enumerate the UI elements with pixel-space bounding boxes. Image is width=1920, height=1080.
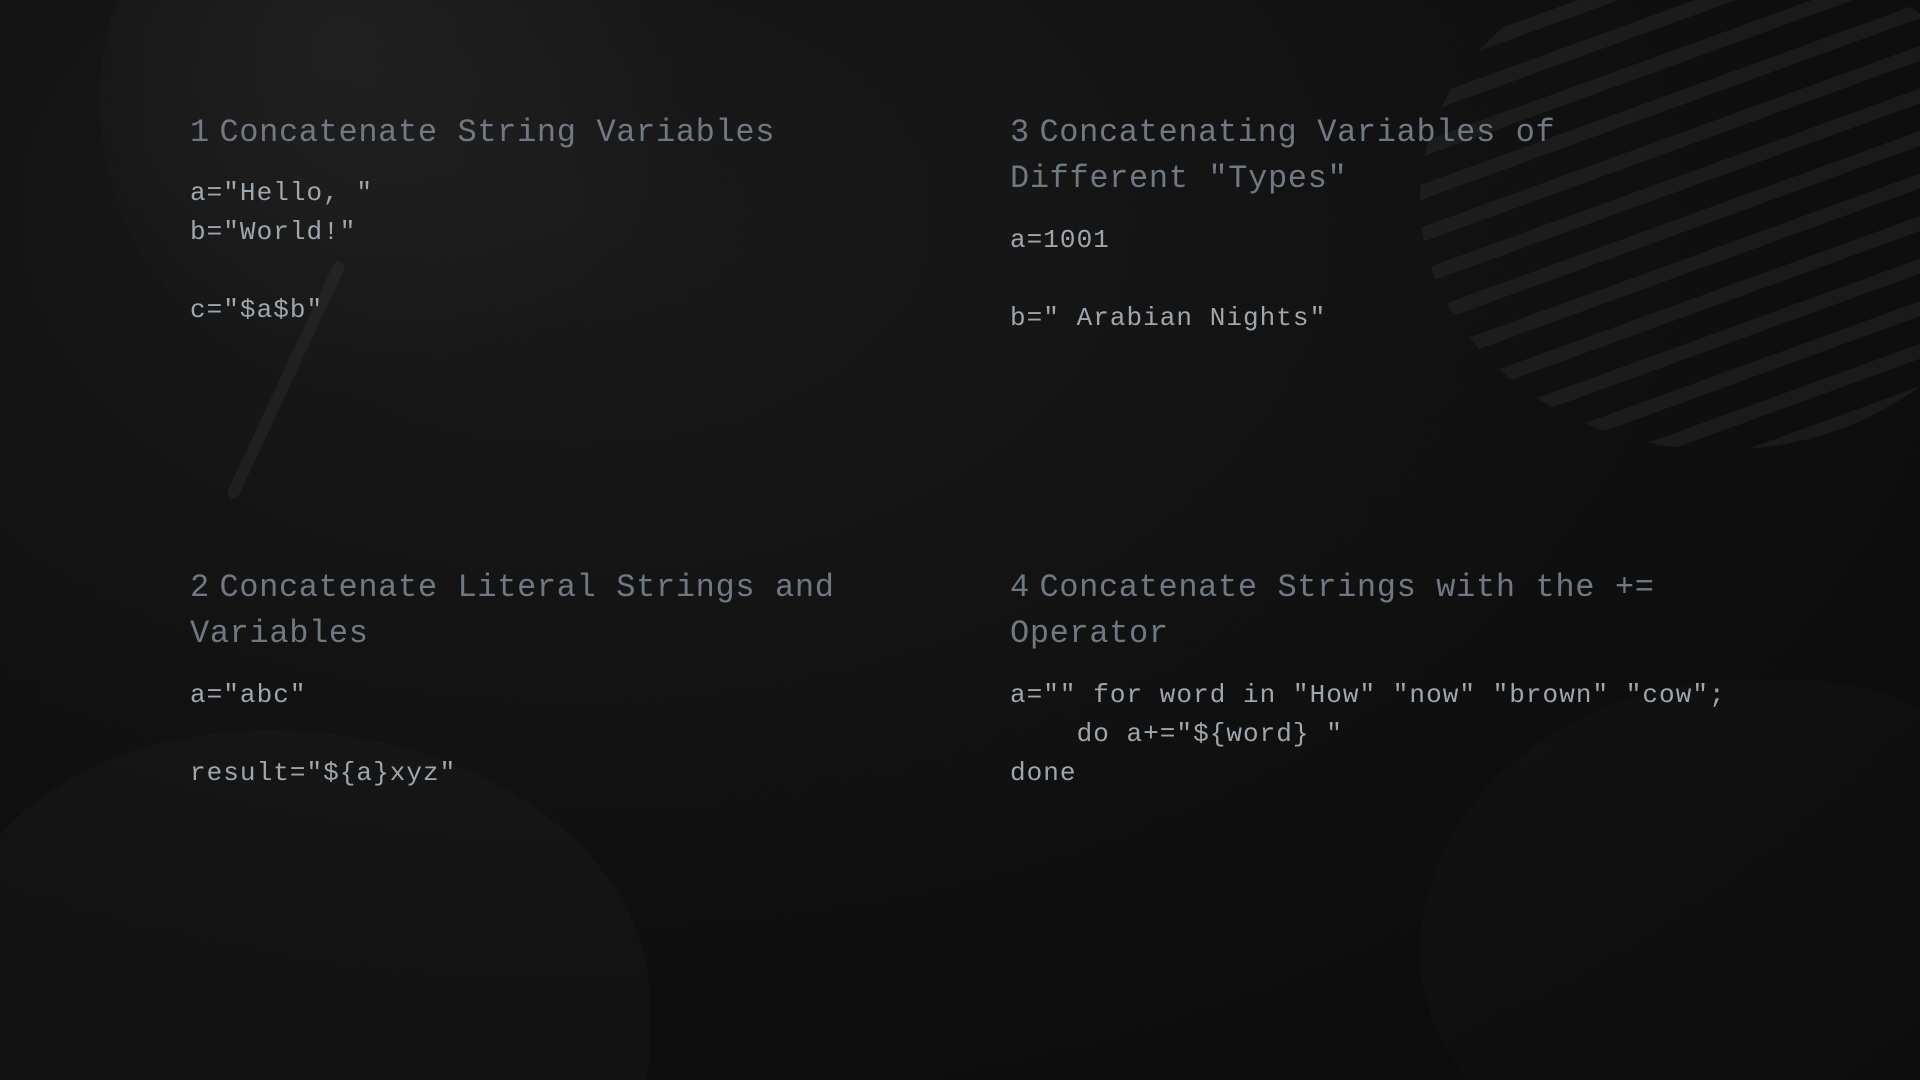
section-4-number: 4 (1010, 569, 1030, 606)
section-1-title: Concatenate String Variables (219, 114, 775, 151)
section-4-heading: 4Concatenate Strings with the += Operato… (1010, 565, 1740, 658)
section-4-code: a="" for word in "How" "now" "brown" "co… (1010, 676, 1740, 793)
section-4-title: Concatenate Strings with the += Operator (1010, 569, 1655, 652)
section-3-title: Concatenating Variables of Different "Ty… (1010, 114, 1555, 197)
section-1: 1Concatenate String Variables a="Hello, … (190, 110, 920, 505)
section-3-heading: 3Concatenating Variables of Different "T… (1010, 110, 1740, 203)
section-2-title: Concatenate Literal Strings and Variable… (190, 569, 835, 652)
section-3-code: a=1001 b=" Arabian Nights" (1010, 221, 1740, 338)
section-1-heading: 1Concatenate String Variables (190, 110, 920, 156)
section-2-heading: 2Concatenate Literal Strings and Variabl… (190, 565, 920, 658)
section-2-number: 2 (190, 569, 210, 606)
section-3-number: 3 (1010, 114, 1030, 151)
section-2: 2Concatenate Literal Strings and Variabl… (190, 565, 920, 960)
section-1-code: a="Hello, " b="World!" c="$a$b" (190, 174, 920, 330)
section-2-code: a="abc" result="${a}xyz" (190, 676, 920, 793)
section-4: 4Concatenate Strings with the += Operato… (1010, 565, 1740, 960)
content-grid: 1Concatenate String Variables a="Hello, … (0, 0, 1920, 1080)
section-1-number: 1 (190, 114, 210, 151)
section-3: 3Concatenating Variables of Different "T… (1010, 110, 1740, 505)
